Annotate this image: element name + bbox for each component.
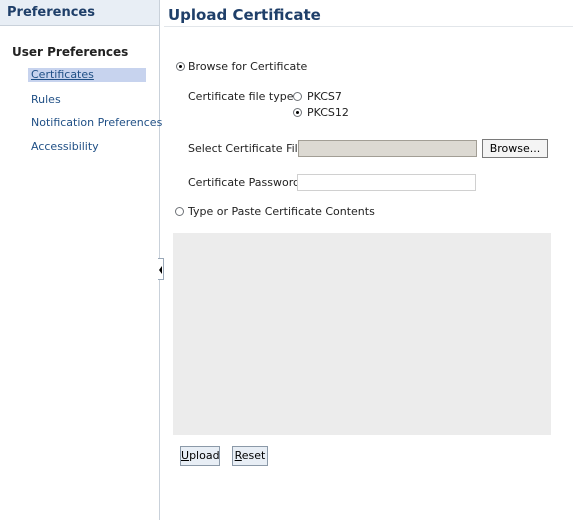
collapse-sidebar-handle[interactable] — [158, 258, 164, 280]
pkcs12-radio[interactable] — [293, 108, 302, 117]
browse-for-certificate-label: Browse for Certificate — [188, 60, 308, 73]
sidebar-item-notification-preferences[interactable]: Notification Preferences — [31, 116, 162, 129]
reset-button-label: eset — [241, 449, 266, 462]
upload-button-mnemonic: U — [181, 449, 190, 462]
type-or-paste-radio[interactable] — [175, 207, 184, 216]
type-or-paste-label: Type or Paste Certificate Contents — [188, 205, 375, 218]
sidebar-item-certificates[interactable]: Certificates — [28, 68, 146, 82]
pkcs7-label: PKCS7 — [307, 90, 342, 103]
chevron-left-icon — [159, 266, 162, 274]
sidebar-item-rules[interactable]: Rules — [31, 93, 61, 106]
select-certificate-file-label: Select Certificate File — [188, 142, 305, 155]
browse-button[interactable]: Browse... — [482, 139, 548, 158]
certificate-file-type-label: Certificate file type — [188, 90, 294, 103]
certificate-file-input[interactable] — [298, 140, 477, 157]
user-preferences-heading: User Preferences — [12, 45, 129, 59]
certificate-password-label: Certificate Password — [188, 176, 301, 189]
upload-button[interactable]: Upload — [180, 446, 220, 466]
certificate-contents-textarea[interactable] — [173, 233, 551, 435]
pkcs7-radio[interactable] — [293, 92, 302, 101]
sidebar-item-accessibility[interactable]: Accessibility — [31, 140, 99, 153]
browse-for-certificate-radio[interactable] — [176, 62, 185, 71]
reset-button[interactable]: Reset — [232, 446, 268, 466]
reset-button-mnemonic: R — [234, 449, 242, 462]
pkcs12-label: PKCS12 — [307, 106, 349, 119]
certificate-password-input[interactable] — [297, 174, 476, 191]
upload-button-label: pload — [189, 449, 220, 462]
title-divider — [164, 26, 573, 27]
page-title: Upload Certificate — [168, 6, 321, 24]
sidebar-header: Preferences — [0, 0, 159, 26]
